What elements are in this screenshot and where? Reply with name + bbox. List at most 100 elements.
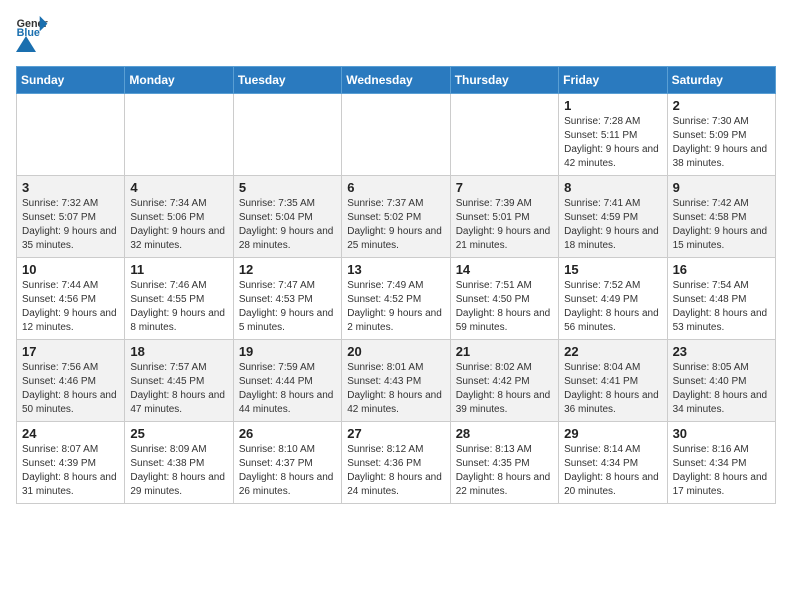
day-info: Sunrise: 7:54 AM Sunset: 4:48 PM Dayligh… (673, 279, 770, 335)
header: General Blue (16, 16, 776, 54)
day-info: Sunrise: 7:51 AM Sunset: 4:50 PM Dayligh… (456, 279, 553, 335)
calendar-cell: 30 Sunrise: 8:16 AM Sunset: 4:34 PM Dayli… (667, 422, 775, 504)
day-number: 12 (239, 262, 336, 277)
day-info: Sunrise: 7:46 AM Sunset: 4:55 PM Dayligh… (130, 279, 227, 335)
day-info: Sunrise: 8:14 AM Sunset: 4:34 PM Dayligh… (564, 443, 661, 499)
header-thursday: Thursday (450, 67, 558, 94)
day-number: 1 (564, 98, 661, 113)
day-number: 30 (673, 426, 770, 441)
day-number: 29 (564, 426, 661, 441)
day-number: 2 (673, 98, 770, 113)
day-info: Sunrise: 7:34 AM Sunset: 5:06 PM Dayligh… (130, 197, 227, 253)
calendar-cell (342, 94, 450, 176)
calendar-week-row: 24 Sunrise: 8:07 AM Sunset: 4:39 PM Dayli… (17, 422, 776, 504)
day-number: 17 (22, 344, 119, 359)
calendar-cell: 24 Sunrise: 8:07 AM Sunset: 4:39 PM Dayli… (17, 422, 125, 504)
day-number: 22 (564, 344, 661, 359)
day-info: Sunrise: 8:16 AM Sunset: 4:34 PM Dayligh… (673, 443, 770, 499)
calendar-cell: 25 Sunrise: 8:09 AM Sunset: 4:38 PM Dayli… (125, 422, 233, 504)
day-number: 21 (456, 344, 553, 359)
day-number: 27 (347, 426, 444, 441)
calendar-table: SundayMondayTuesdayWednesdayThursdayFrid… (16, 66, 776, 504)
calendar-cell: 17 Sunrise: 7:56 AM Sunset: 4:46 PM Dayli… (17, 340, 125, 422)
calendar-cell: 9 Sunrise: 7:42 AM Sunset: 4:58 PM Daylig… (667, 176, 775, 258)
day-info: Sunrise: 8:02 AM Sunset: 4:42 PM Dayligh… (456, 361, 553, 417)
day-number: 14 (456, 262, 553, 277)
header-saturday: Saturday (667, 67, 775, 94)
calendar-cell: 12 Sunrise: 7:47 AM Sunset: 4:53 PM Dayli… (233, 258, 341, 340)
day-number: 20 (347, 344, 444, 359)
calendar-cell: 2 Sunrise: 7:30 AM Sunset: 5:09 PM Daylig… (667, 94, 775, 176)
day-info: Sunrise: 8:09 AM Sunset: 4:38 PM Dayligh… (130, 443, 227, 499)
calendar-cell (17, 94, 125, 176)
calendar-cell: 14 Sunrise: 7:51 AM Sunset: 4:50 PM Dayli… (450, 258, 558, 340)
day-info: Sunrise: 7:32 AM Sunset: 5:07 PM Dayligh… (22, 197, 119, 253)
calendar-header-row: SundayMondayTuesdayWednesdayThursdayFrid… (17, 67, 776, 94)
day-number: 8 (564, 180, 661, 195)
logo-triangle-icon (16, 34, 36, 54)
calendar-cell: 15 Sunrise: 7:52 AM Sunset: 4:49 PM Dayli… (559, 258, 667, 340)
calendar-cell: 6 Sunrise: 7:37 AM Sunset: 5:02 PM Daylig… (342, 176, 450, 258)
day-info: Sunrise: 7:39 AM Sunset: 5:01 PM Dayligh… (456, 197, 553, 253)
day-number: 28 (456, 426, 553, 441)
calendar-cell: 29 Sunrise: 8:14 AM Sunset: 4:34 PM Dayli… (559, 422, 667, 504)
calendar-cell: 5 Sunrise: 7:35 AM Sunset: 5:04 PM Daylig… (233, 176, 341, 258)
day-info: Sunrise: 8:07 AM Sunset: 4:39 PM Dayligh… (22, 443, 119, 499)
header-friday: Friday (559, 67, 667, 94)
day-number: 10 (22, 262, 119, 277)
day-number: 9 (673, 180, 770, 195)
day-info: Sunrise: 8:13 AM Sunset: 4:35 PM Dayligh… (456, 443, 553, 499)
day-info: Sunrise: 7:41 AM Sunset: 4:59 PM Dayligh… (564, 197, 661, 253)
day-info: Sunrise: 7:35 AM Sunset: 5:04 PM Dayligh… (239, 197, 336, 253)
day-info: Sunrise: 8:12 AM Sunset: 4:36 PM Dayligh… (347, 443, 444, 499)
day-number: 3 (22, 180, 119, 195)
calendar-cell: 10 Sunrise: 7:44 AM Sunset: 4:56 PM Dayli… (17, 258, 125, 340)
day-number: 19 (239, 344, 336, 359)
calendar-cell: 18Sunrise: 7:57 AM Sunset: 4:45 PM Dayli… (125, 340, 233, 422)
header-monday: Monday (125, 67, 233, 94)
calendar-week-row: 1Sunrise: 7:28 AM Sunset: 5:11 PM Daylig… (17, 94, 776, 176)
calendar-cell: 22 Sunrise: 8:04 AM Sunset: 4:41 PM Dayli… (559, 340, 667, 422)
day-number: 5 (239, 180, 336, 195)
calendar-cell (233, 94, 341, 176)
calendar-cell: 13Sunrise: 7:49 AM Sunset: 4:52 PM Dayli… (342, 258, 450, 340)
day-number: 15 (564, 262, 661, 277)
day-info: Sunrise: 7:56 AM Sunset: 4:46 PM Dayligh… (22, 361, 119, 417)
day-number: 24 (22, 426, 119, 441)
day-number: 7 (456, 180, 553, 195)
logo: General Blue (16, 16, 48, 54)
day-number: 23 (673, 344, 770, 359)
calendar-cell: 8 Sunrise: 7:41 AM Sunset: 4:59 PM Daylig… (559, 176, 667, 258)
calendar-cell: 23 Sunrise: 8:05 AM Sunset: 4:40 PM Dayli… (667, 340, 775, 422)
day-info: Sunrise: 7:42 AM Sunset: 4:58 PM Dayligh… (673, 197, 770, 253)
day-number: 16 (673, 262, 770, 277)
day-info: Sunrise: 8:05 AM Sunset: 4:40 PM Dayligh… (673, 361, 770, 417)
day-info: Sunrise: 8:04 AM Sunset: 4:41 PM Dayligh… (564, 361, 661, 417)
calendar-cell (450, 94, 558, 176)
day-number: 25 (130, 426, 227, 441)
calendar-week-row: 17 Sunrise: 7:56 AM Sunset: 4:46 PM Dayli… (17, 340, 776, 422)
calendar-cell: 11 Sunrise: 7:46 AM Sunset: 4:55 PM Dayli… (125, 258, 233, 340)
calendar-cell: 1Sunrise: 7:28 AM Sunset: 5:11 PM Daylig… (559, 94, 667, 176)
day-info: Sunrise: 7:59 AM Sunset: 4:44 PM Dayligh… (239, 361, 336, 417)
day-info: Sunrise: 7:30 AM Sunset: 5:09 PM Dayligh… (673, 115, 770, 171)
logo-icon: General Blue (16, 16, 48, 36)
day-info: Sunrise: 8:01 AM Sunset: 4:43 PM Dayligh… (347, 361, 444, 417)
calendar-week-row: 10 Sunrise: 7:44 AM Sunset: 4:56 PM Dayli… (17, 258, 776, 340)
day-info: Sunrise: 7:47 AM Sunset: 4:53 PM Dayligh… (239, 279, 336, 335)
calendar-cell: 19 Sunrise: 7:59 AM Sunset: 4:44 PM Dayli… (233, 340, 341, 422)
day-info: Sunrise: 7:44 AM Sunset: 4:56 PM Dayligh… (22, 279, 119, 335)
day-number: 6 (347, 180, 444, 195)
day-number: 4 (130, 180, 227, 195)
day-number: 11 (130, 262, 227, 277)
calendar-cell: 26Sunrise: 8:10 AM Sunset: 4:37 PM Dayli… (233, 422, 341, 504)
calendar-cell: 21 Sunrise: 8:02 AM Sunset: 4:42 PM Dayli… (450, 340, 558, 422)
calendar-cell: 3 Sunrise: 7:32 AM Sunset: 5:07 PM Daylig… (17, 176, 125, 258)
day-info: Sunrise: 7:52 AM Sunset: 4:49 PM Dayligh… (564, 279, 661, 335)
calendar-cell: 4 Sunrise: 7:34 AM Sunset: 5:06 PM Daylig… (125, 176, 233, 258)
calendar-cell: 27 Sunrise: 8:12 AM Sunset: 4:36 PM Dayli… (342, 422, 450, 504)
logo-general (16, 34, 40, 54)
calendar-cell: 20 Sunrise: 8:01 AM Sunset: 4:43 PM Dayli… (342, 340, 450, 422)
header-sunday: Sunday (17, 67, 125, 94)
day-info: Sunrise: 7:37 AM Sunset: 5:02 PM Dayligh… (347, 197, 444, 253)
